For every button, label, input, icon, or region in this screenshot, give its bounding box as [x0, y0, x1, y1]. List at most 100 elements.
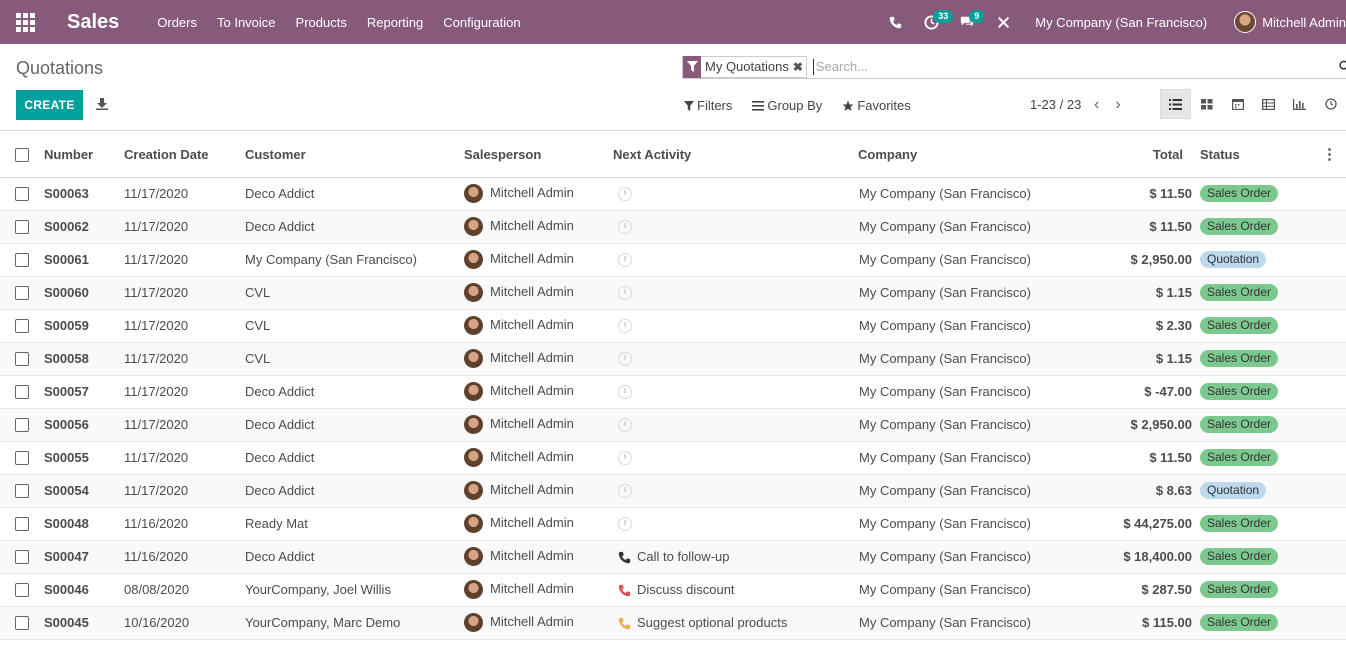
graph-view-icon[interactable] — [1284, 89, 1315, 119]
search-icon[interactable] — [1338, 60, 1346, 75]
messages-chat-icon[interactable]: 9 — [949, 0, 985, 44]
row-checkbox[interactable] — [15, 484, 29, 499]
debug-tools-icon[interactable] — [985, 0, 1021, 44]
row-spacer — [1313, 276, 1346, 310]
menu-products[interactable]: Products — [296, 15, 347, 30]
activity-clock-icon[interactable] — [618, 187, 632, 202]
list-view-icon[interactable] — [1160, 89, 1191, 119]
company-switcher[interactable]: My Company (San Francisco) — [1035, 15, 1207, 30]
col-number[interactable]: Number — [44, 132, 124, 178]
table-row[interactable]: S00046 08/08/2020 YourCompany, Joel Willis… — [0, 573, 1346, 607]
company-name: My Company (San Francisco) — [858, 606, 1058, 640]
phone-call-icon[interactable] — [618, 617, 631, 630]
apps-menu-icon[interactable] — [0, 0, 50, 44]
calendar-view-icon[interactable] — [1222, 89, 1253, 119]
activity-clock-icon[interactable] — [618, 517, 632, 532]
table-row[interactable]: S00054 11/17/2020 Deco Addict Mitchell Admi… — [0, 474, 1346, 508]
table-row[interactable]: S00058 11/17/2020 CVL Mitchell Admin My Comp… — [0, 342, 1346, 376]
menu-configuration[interactable]: Configuration — [443, 15, 520, 30]
menu-to-invoice[interactable]: To Invoice — [217, 15, 276, 30]
col-company[interactable]: Company — [858, 132, 1058, 178]
row-checkbox[interactable] — [15, 253, 29, 268]
col-customer[interactable]: Customer — [245, 132, 464, 178]
activity-clock-icon[interactable] — [618, 319, 632, 334]
row-checkbox[interactable] — [15, 286, 29, 301]
order-number: S00048 — [44, 507, 124, 541]
row-checkbox[interactable] — [15, 451, 29, 466]
col-salesperson[interactable]: Salesperson — [464, 132, 613, 178]
optional-columns-icon[interactable]: ⋮ — [1313, 132, 1346, 178]
filters-dropdown[interactable]: Filters — [684, 98, 732, 113]
favorites-dropdown[interactable]: Favorites — [842, 98, 911, 113]
phone-call-icon[interactable] — [618, 551, 631, 564]
table-row[interactable]: S00055 11/17/2020 Deco Addict Mitchell Admi… — [0, 441, 1346, 475]
col-status[interactable]: Status — [1200, 132, 1313, 178]
table-row[interactable]: S00061 11/17/2020 My Company (San Francisc… — [0, 243, 1346, 277]
status-cell: Sales Order — [1200, 210, 1313, 244]
table-row[interactable]: S00059 11/17/2020 CVL Mitchell Admin My Comp… — [0, 309, 1346, 343]
phone-call-icon[interactable] — [618, 584, 631, 597]
activity-summary[interactable]: Call to follow-up — [637, 549, 730, 564]
col-total[interactable]: Total — [1058, 132, 1200, 178]
menu-orders[interactable]: Orders — [157, 15, 197, 30]
salesperson-avatar — [464, 283, 483, 302]
row-checkbox[interactable] — [15, 517, 29, 532]
activity-clock-icon[interactable] — [618, 352, 632, 367]
table-row[interactable]: S00047 11/16/2020 Deco Addict Mitchell Admi… — [0, 540, 1346, 574]
table-row[interactable]: S00056 11/17/2020 Deco Addict Mitchell Admi… — [0, 408, 1346, 442]
row-checkbox[interactable] — [15, 616, 29, 631]
groupby-dropdown[interactable]: Group By — [752, 98, 822, 113]
filter-icon — [684, 100, 694, 111]
create-button[interactable]: CREATE — [16, 90, 83, 120]
row-checkbox[interactable] — [15, 550, 29, 565]
status-cell: Sales Order — [1200, 540, 1313, 574]
pager-previous-icon[interactable]: ‹ — [1094, 96, 1099, 114]
activity-clock-icon[interactable] — [618, 286, 632, 301]
activity-clock-icon[interactable] — [618, 451, 632, 466]
activity-clock-icon[interactable] — [618, 385, 632, 400]
activity-summary[interactable]: Suggest optional products — [637, 615, 787, 630]
row-checkbox[interactable] — [15, 319, 29, 334]
voip-phone-icon[interactable] — [877, 0, 913, 44]
pager-next-icon[interactable]: › — [1115, 96, 1120, 114]
row-checkbox[interactable] — [15, 583, 29, 598]
activity-view-icon[interactable] — [1315, 89, 1346, 119]
creation-date: 11/17/2020 — [124, 243, 245, 277]
activity-summary[interactable]: Discuss discount — [637, 582, 735, 597]
download-icon[interactable] — [96, 98, 108, 113]
col-next-activity[interactable]: Next Activity — [613, 132, 858, 178]
pivot-view-icon[interactable] — [1253, 89, 1284, 119]
table-row[interactable]: S00057 11/17/2020 Deco Addict Mitchell Admi… — [0, 375, 1346, 409]
user-menu[interactable]: Mitchell Admin — [1262, 15, 1346, 30]
col-creation-date[interactable]: Creation Date — [124, 132, 245, 178]
table-row[interactable]: S00063 11/17/2020 Deco Addict Mitchell Admi… — [0, 177, 1346, 211]
customer-name: Ready Mat — [245, 507, 464, 541]
row-checkbox[interactable] — [15, 352, 29, 367]
status-badge: Sales Order — [1200, 185, 1279, 202]
company-name: My Company (San Francisco) — [858, 540, 1058, 574]
activity-clock-icon[interactable] — [618, 253, 632, 268]
app-brand[interactable]: Sales — [67, 11, 119, 34]
status-cell: Sales Order — [1200, 309, 1313, 343]
activity-clock-icon[interactable] — [618, 220, 632, 235]
kanban-view-icon[interactable] — [1191, 89, 1222, 119]
row-checkbox[interactable] — [15, 418, 29, 433]
activity-clock-icon[interactable] — [618, 484, 632, 499]
salesperson-cell: Mitchell Admin — [464, 375, 613, 409]
row-checkbox[interactable] — [15, 187, 29, 202]
select-all-checkbox[interactable] — [15, 148, 29, 163]
table-row[interactable]: S00045 10/16/2020 YourCompany, Marc Demo Mi… — [0, 606, 1346, 640]
facet-remove-icon[interactable]: ✖ — [793, 60, 806, 74]
search-input[interactable] — [812, 58, 1346, 75]
row-checkbox[interactable] — [15, 220, 29, 235]
table-row[interactable]: S00062 11/17/2020 Deco Addict Mitchell Admi… — [0, 210, 1346, 244]
salesperson-cell: Mitchell Admin — [464, 309, 613, 343]
activity-clock-icon[interactable] — [618, 418, 632, 433]
table-row[interactable]: S00060 11/17/2020 CVL Mitchell Admin My Comp… — [0, 276, 1346, 310]
user-avatar[interactable] — [1234, 11, 1257, 33]
row-checkbox[interactable] — [15, 385, 29, 400]
pager-value[interactable]: 1-23 / 23 — [1030, 97, 1081, 112]
table-row[interactable]: S00048 11/16/2020 Ready Mat Mitchell Admin M… — [0, 507, 1346, 541]
activity-clock-icon[interactable]: 33 — [913, 0, 954, 44]
menu-reporting[interactable]: Reporting — [367, 15, 423, 30]
